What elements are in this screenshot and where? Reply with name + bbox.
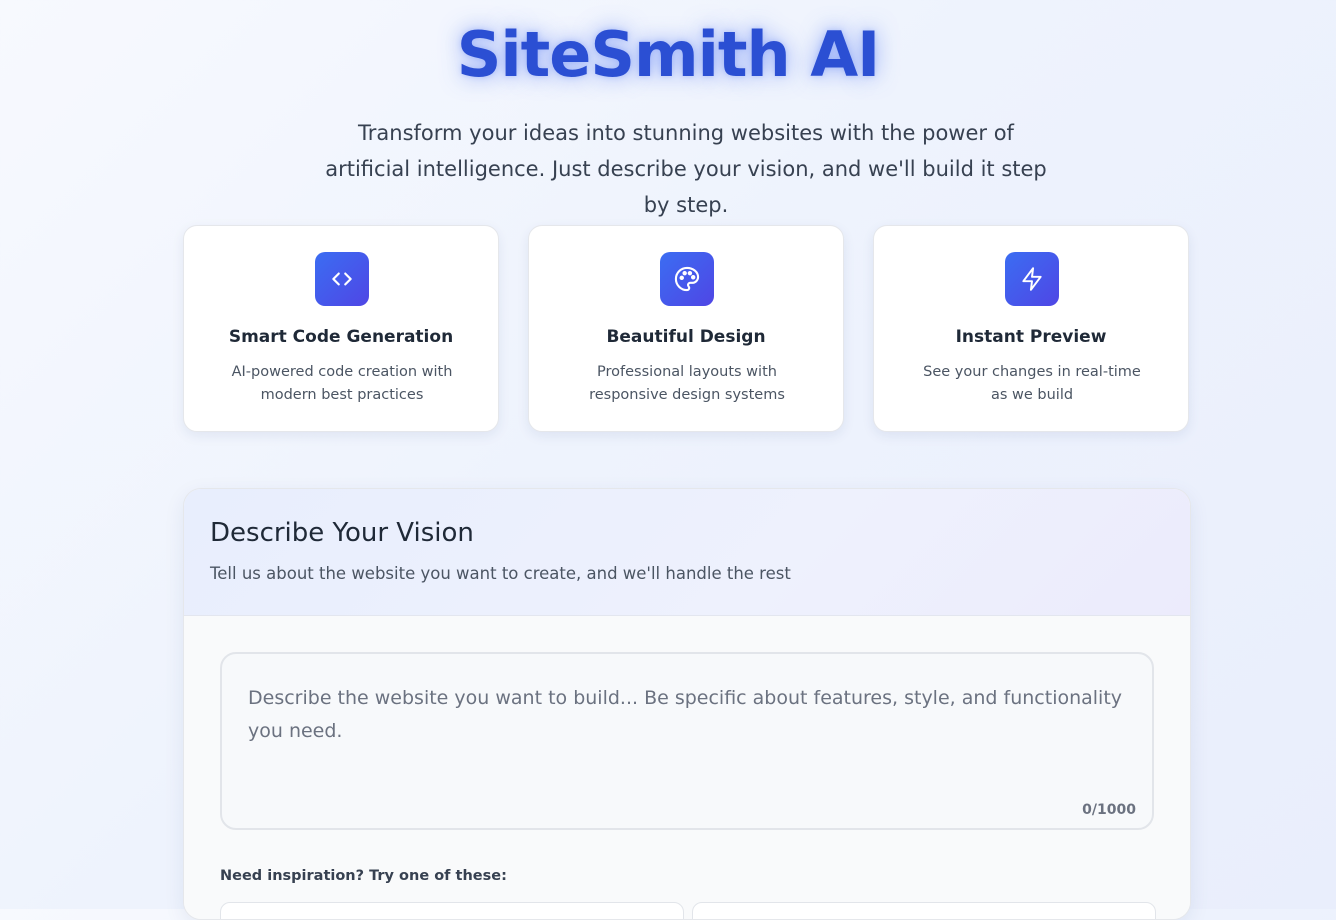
feature-description: AI-powered code creation with modern bes… <box>231 364 453 403</box>
feature-title: Smart Code Generation <box>228 327 454 347</box>
feature-card-smart-code: Smart Code Generation AI-powered code cr… <box>183 225 499 432</box>
palette-icon <box>660 252 714 306</box>
prompt-box: 0/1000 <box>220 652 1154 830</box>
feature-card-beautiful-design: Beautiful Design Professional layouts wi… <box>528 225 844 432</box>
suggestion-card[interactable] <box>692 902 1156 919</box>
vision-panel: Describe Your Vision Tell us about the w… <box>183 488 1191 920</box>
feature-title: Instant Preview <box>955 327 1107 347</box>
vision-subtitle: Tell us about the website you want to cr… <box>210 564 791 583</box>
page-title: SiteSmith AI <box>456 18 881 91</box>
feature-description: Professional layouts with responsive des… <box>589 364 785 403</box>
vision-title: Describe Your Vision <box>210 518 474 548</box>
code-icon <box>315 252 369 306</box>
hero-subtitle: Transform your ideas into stunning websi… <box>325 121 1047 217</box>
lightning-icon <box>1005 252 1059 306</box>
prompt-input[interactable] <box>222 654 1152 828</box>
vision-header: Describe Your Vision Tell us about the w… <box>184 489 1190 616</box>
inspiration-label: Need inspiration? Try one of these: <box>220 868 507 884</box>
feature-description: See your changes in real-time as we buil… <box>923 364 1141 403</box>
suggestion-card[interactable] <box>220 902 684 919</box>
feature-title: Beautiful Design <box>606 327 766 347</box>
feature-card-instant-preview: Instant Preview See your changes in real… <box>873 225 1189 432</box>
vision-body: 0/1000 Need inspiration? Try one of thes… <box>184 616 1190 919</box>
char-count: 0/1000 <box>1082 802 1136 818</box>
